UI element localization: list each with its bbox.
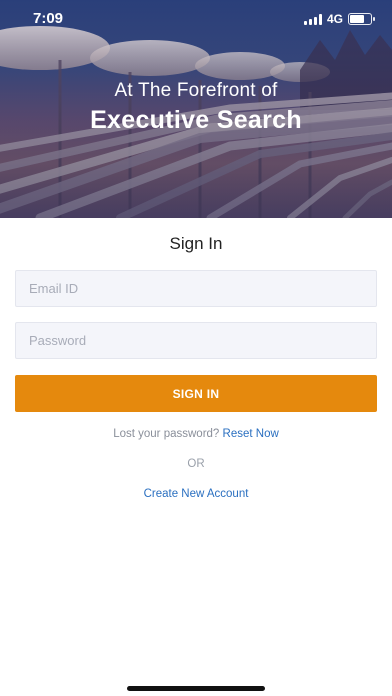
hero-title: Executive Search bbox=[90, 106, 302, 134]
home-indicator[interactable] bbox=[127, 686, 265, 691]
sign-in-button[interactable]: SIGN IN bbox=[15, 375, 377, 412]
password-field[interactable] bbox=[15, 322, 377, 359]
or-divider: OR bbox=[187, 458, 205, 470]
create-account-row: Create New Account bbox=[0, 488, 392, 500]
status-indicators: 4G bbox=[303, 12, 375, 26]
lost-password-text: Lost your password? bbox=[113, 428, 220, 440]
hero-tagline: At The Forefront of bbox=[114, 80, 278, 101]
lost-password-row: Lost your password? Reset Now bbox=[0, 428, 392, 440]
reset-now-link[interactable]: Reset Now bbox=[223, 428, 279, 440]
battery-level bbox=[350, 15, 365, 23]
cellular-signal-icon bbox=[303, 13, 322, 25]
network-type: 4G bbox=[326, 12, 343, 26]
status-bar: 7:09 4G bbox=[0, 0, 392, 40]
sign-in-heading: Sign In bbox=[169, 234, 223, 253]
status-time: 7:09 bbox=[33, 10, 64, 27]
battery-icon bbox=[348, 13, 375, 25]
login-screen: At The Forefront of Executive Search 7:0… bbox=[0, 0, 392, 696]
create-account-link[interactable]: Create New Account bbox=[144, 488, 249, 500]
email-field[interactable] bbox=[15, 270, 377, 307]
